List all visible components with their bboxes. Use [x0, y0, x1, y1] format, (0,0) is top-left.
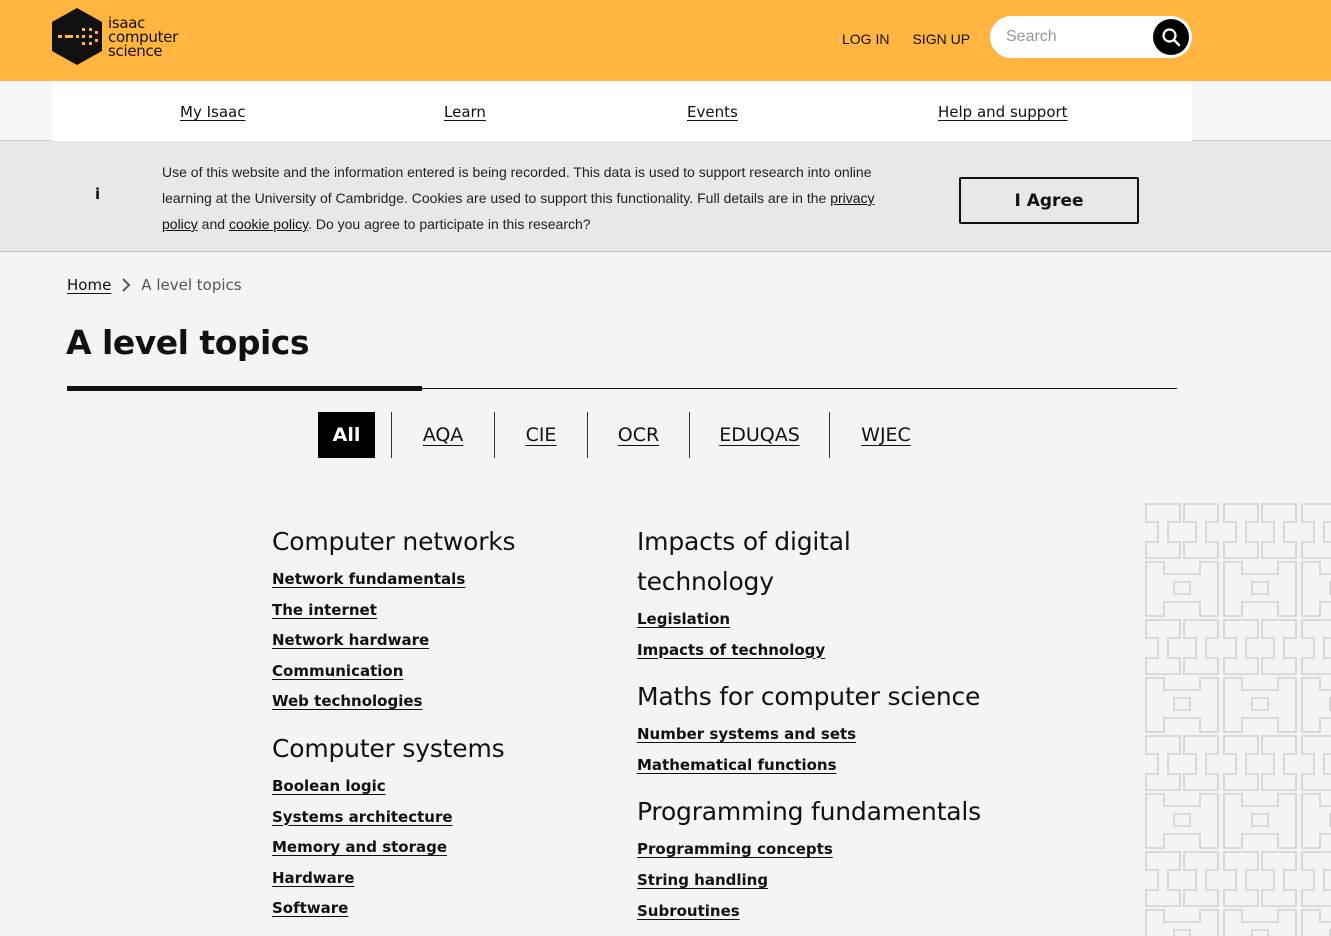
search-icon [1162, 28, 1181, 47]
topic-link[interactable]: Mathematical functions [637, 750, 997, 781]
logo-line: science [108, 41, 163, 60]
breadcrumb-current: A level topics [141, 276, 242, 294]
topics-column-left: Computer networks Network fundamentals T… [272, 522, 612, 936]
nav-item-my-isaac[interactable]: My Isaac [180, 103, 245, 121]
topic-link[interactable]: Memory and storage [272, 832, 612, 863]
topic-group-title: Computer networks [272, 527, 516, 556]
topic-link[interactable]: Programming concepts [637, 834, 997, 865]
site-header: isaac computer science LOG IN SIGN UP [0, 0, 1331, 81]
exam-board-filter: All AQA CIE OCR EDUQAS WJEC [318, 412, 942, 458]
decorative-maze-pattern [1144, 502, 1331, 936]
topic-link[interactable]: Network fundamentals [272, 564, 612, 595]
cookie-text-part: Use of this website and the information … [162, 164, 872, 206]
info-icon: i [95, 185, 101, 203]
topic-link[interactable]: Web technologies [272, 686, 612, 717]
tab-cie[interactable]: CIE [495, 412, 587, 458]
nav-item-help-and-support[interactable]: Help and support [938, 103, 1068, 121]
topic-group-title: Programming fundamentals [637, 797, 981, 827]
topic-group-impacts-of-digital-technology: Impacts of digital technology Legislatio… [637, 522, 997, 665]
hilbert-pattern-icon [1144, 502, 1331, 936]
breadcrumb: Home A level topics [67, 276, 242, 294]
tab-ocr[interactable]: OCR [588, 412, 689, 458]
agree-button[interactable]: I Agree [959, 177, 1139, 224]
tab-aqa[interactable]: AQA [392, 412, 494, 458]
topic-link[interactable]: String handling [637, 865, 997, 896]
logo-hexagon-icon [52, 8, 102, 65]
topic-link[interactable]: Communication [272, 656, 612, 687]
tab-all[interactable]: All [318, 412, 375, 458]
tab-eduqas[interactable]: EDUQAS [690, 412, 829, 458]
title-underline-accent [67, 386, 422, 391]
topic-link[interactable]: Systems architecture [272, 802, 612, 833]
topic-link[interactable]: Network hardware [272, 625, 612, 656]
topic-group-title: Impacts of digital technology [637, 527, 851, 596]
nav-item-learn[interactable]: Learn [444, 103, 486, 121]
topic-group-computer-systems: Computer systems Boolean logic Systems a… [272, 729, 612, 924]
topic-link[interactable]: Subroutines [637, 896, 997, 927]
cookie-message: Use of this website and the information … [162, 159, 902, 237]
topic-link[interactable]: Software [272, 893, 612, 924]
main-nav: My Isaac Learn Events Help and support [52, 81, 1192, 141]
nav-item-events[interactable]: Events [687, 103, 738, 121]
topic-link[interactable]: Boolean logic [272, 771, 612, 802]
cookie-text-part: . Do you agree to participate in this re… [308, 216, 591, 232]
logo-wordmark: isaac computer science [108, 15, 178, 60]
search-box [990, 16, 1192, 58]
page-title: A level topics [66, 323, 310, 362]
topic-link[interactable]: Impacts of technology [637, 635, 997, 666]
topic-link[interactable]: The internet [272, 595, 612, 626]
topic-link[interactable]: Number systems and sets [637, 719, 997, 750]
topic-group-title: Maths for computer science [637, 682, 981, 712]
signup-link[interactable]: SIGN UP [912, 31, 970, 47]
site-logo[interactable]: isaac computer science [52, 8, 178, 65]
topic-group-title: Computer systems [272, 733, 505, 763]
cookie-banner: i Use of this website and the informatio… [0, 141, 1331, 252]
tab-wjec[interactable]: WJEC [830, 412, 942, 458]
breadcrumb-home[interactable]: Home [67, 276, 111, 294]
search-input[interactable] [1006, 26, 1146, 48]
cookie-text-and: and [197, 216, 229, 232]
topics-column-right: Impacts of digital technology Legislatio… [637, 522, 997, 936]
chevron-right-icon [121, 278, 131, 292]
topic-link[interactable]: Hardware [272, 863, 612, 894]
topic-group-maths-for-computer-science: Maths for computer science Number system… [637, 677, 997, 780]
topic-group-computer-networks: Computer networks Network fundamentals T… [272, 522, 612, 717]
search-button[interactable] [1153, 19, 1189, 55]
login-link[interactable]: LOG IN [842, 31, 889, 47]
topic-group-programming-fundamentals: Programming fundamentals Programming con… [637, 792, 997, 926]
cookie-policy-link[interactable]: cookie policy [229, 216, 308, 232]
topic-link[interactable]: Legislation [637, 604, 997, 635]
